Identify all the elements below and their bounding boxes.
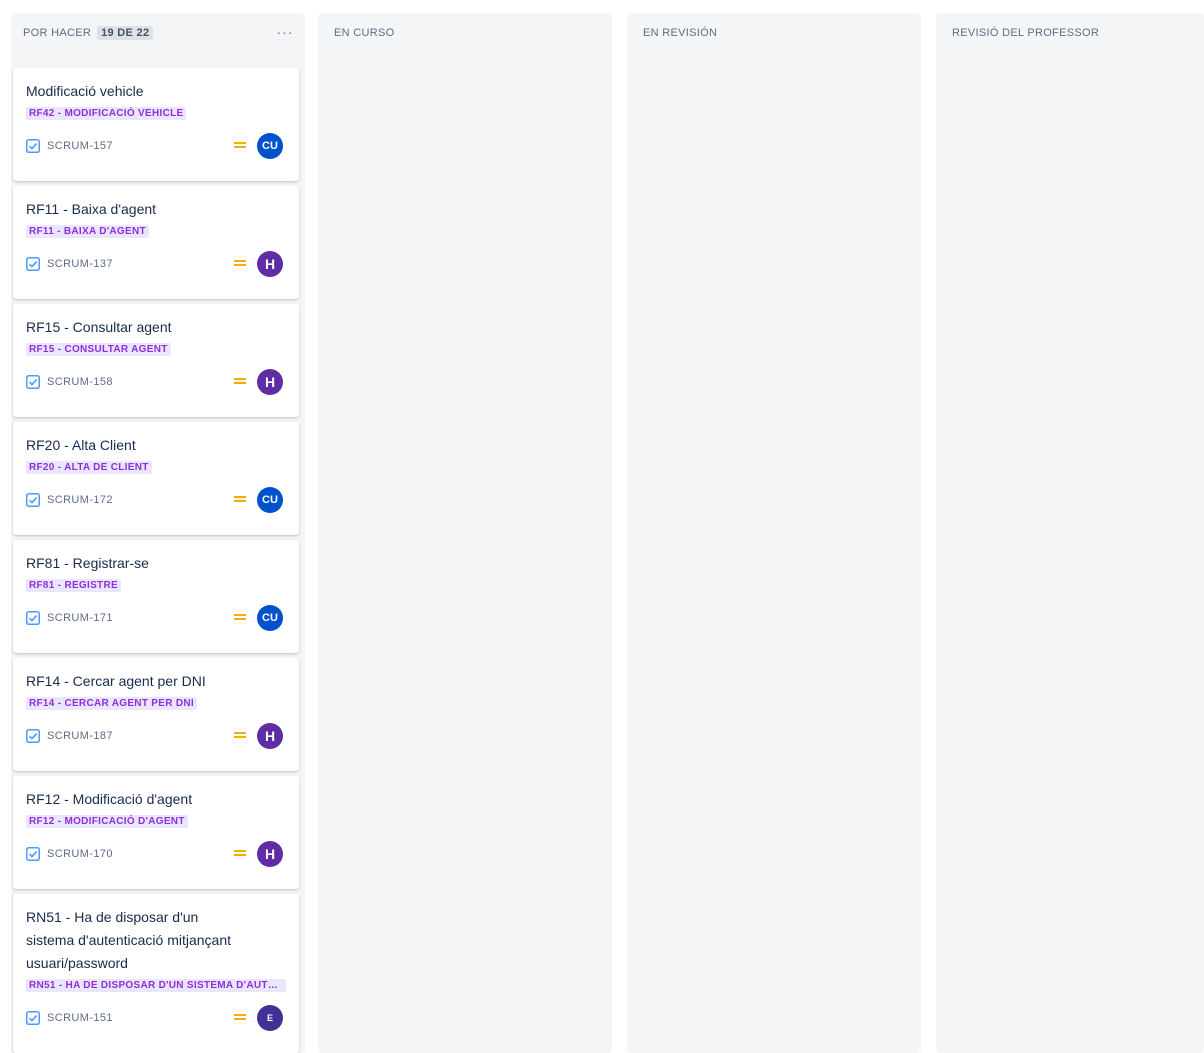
medium-priority-icon — [234, 260, 246, 266]
column-header: EN CURSO — [318, 13, 612, 53]
issue-key[interactable]: SCRUM-151 — [47, 1012, 113, 1024]
story-check-icon — [26, 257, 40, 271]
epic-label: RF81 - REGISTRE — [26, 579, 121, 592]
column-revisio-del-professor: REVISIÓ DEL PROFESSOR — [936, 13, 1204, 1053]
column-en-curso: EN CURSO — [318, 13, 612, 1053]
issue-card[interactable]: Modificació vehicle RF42 - MODIFICACIÓ V… — [13, 68, 299, 181]
medium-priority-icon — [234, 732, 246, 738]
column-en-revision: EN REVISIÓN — [627, 13, 921, 1053]
issue-count-badge: 19 DE 22 — [97, 26, 154, 40]
assignee-avatar[interactable]: H — [257, 841, 283, 867]
card-title: RF14 - Cercar agent per DNI — [26, 673, 206, 689]
issue-key[interactable]: SCRUM-187 — [47, 730, 113, 742]
issue-card[interactable]: RF12 - Modificació d'agent RF12 - MODIFI… — [13, 776, 299, 889]
card-title: Modificació vehicle — [26, 83, 144, 99]
more-options-button[interactable]: ··· — [273, 23, 297, 43]
epic-label: RF11 - BAIXA D'AGENT — [26, 225, 149, 238]
card-title: RF81 - Registrar-se — [26, 555, 149, 571]
column-title: POR HACER — [23, 27, 92, 39]
column-title: REVISIÓ DEL PROFESSOR — [952, 27, 1100, 39]
epic-label: RF20 - ALTA DE CLIENT — [26, 461, 152, 474]
issue-key[interactable]: SCRUM-157 — [47, 140, 113, 152]
card-title: RF15 - Consultar agent — [26, 319, 172, 335]
issue-card[interactable]: RN51 - Ha de disposar d'un sistema d'aut… — [13, 894, 299, 1053]
story-check-icon — [26, 1011, 40, 1025]
column-header: POR HACER 19 DE 22 ··· — [11, 13, 305, 53]
story-check-icon — [26, 729, 40, 743]
medium-priority-icon — [234, 1014, 246, 1020]
issue-card[interactable]: RF20 - Alta Client RF20 - ALTA DE CLIENT… — [13, 422, 299, 535]
card-title: RF12 - Modificació d'agent — [26, 791, 193, 807]
column-header: REVISIÓ DEL PROFESSOR — [936, 13, 1204, 53]
story-check-icon — [26, 375, 40, 389]
column-por-hacer: POR HACER 19 DE 22 ··· Modificació vehic… — [11, 13, 305, 1053]
medium-priority-icon — [234, 142, 246, 148]
story-check-icon — [26, 847, 40, 861]
assignee-avatar[interactable]: CU — [257, 605, 283, 631]
assignee-avatar[interactable]: E — [257, 1005, 283, 1031]
card-title: RF20 - Alta Client — [26, 437, 136, 453]
story-check-icon — [26, 493, 40, 507]
assignee-avatar[interactable]: H — [257, 251, 283, 277]
medium-priority-icon — [234, 614, 246, 620]
issue-key[interactable]: SCRUM-170 — [47, 848, 113, 860]
assignee-avatar[interactable]: CU — [257, 487, 283, 513]
medium-priority-icon — [234, 378, 246, 384]
issue-key[interactable]: SCRUM-158 — [47, 376, 113, 388]
issue-card[interactable]: RF14 - Cercar agent per DNI RF14 - CERCA… — [13, 658, 299, 771]
column-title: EN CURSO — [334, 27, 395, 39]
epic-label: RF12 - MODIFICACIÓ D'AGENT — [26, 815, 188, 828]
card-title: RF11 - Baixa d'agent — [26, 201, 157, 217]
issue-key[interactable]: SCRUM-137 — [47, 258, 113, 270]
story-check-icon — [26, 139, 40, 153]
assignee-avatar[interactable]: CU — [257, 133, 283, 159]
epic-label: RF42 - MODIFICACIÓ VEHICLE — [26, 107, 187, 120]
issue-card[interactable]: RF15 - Consultar agent RF15 - CONSULTAR … — [13, 304, 299, 417]
epic-label: RN51 - HA DE DISPOSAR D'UN SISTEMA D'AUT… — [26, 979, 286, 992]
epic-label: RF15 - CONSULTAR AGENT — [26, 343, 171, 356]
epic-label: RF14 - CERCAR AGENT PER DNI — [26, 697, 197, 710]
issue-card[interactable]: RF11 - Baixa d'agent RF11 - BAIXA D'AGEN… — [13, 186, 299, 299]
medium-priority-icon — [234, 496, 246, 502]
assignee-avatar[interactable]: H — [257, 369, 283, 395]
issue-card[interactable]: RF81 - Registrar-se RF81 - REGISTRE SCRU… — [13, 540, 299, 653]
assignee-avatar[interactable]: H — [257, 723, 283, 749]
board: POR HACER 19 DE 22 ··· Modificació vehic… — [0, 0, 1204, 1053]
card-title: RN51 - Ha de disposar d'un sistema d'aut… — [26, 909, 231, 971]
issue-key[interactable]: SCRUM-171 — [47, 612, 113, 624]
issue-key[interactable]: SCRUM-172 — [47, 494, 113, 506]
column-title: EN REVISIÓN — [643, 27, 718, 39]
column-header: EN REVISIÓN — [627, 13, 921, 53]
medium-priority-icon — [234, 850, 246, 856]
story-check-icon — [26, 611, 40, 625]
